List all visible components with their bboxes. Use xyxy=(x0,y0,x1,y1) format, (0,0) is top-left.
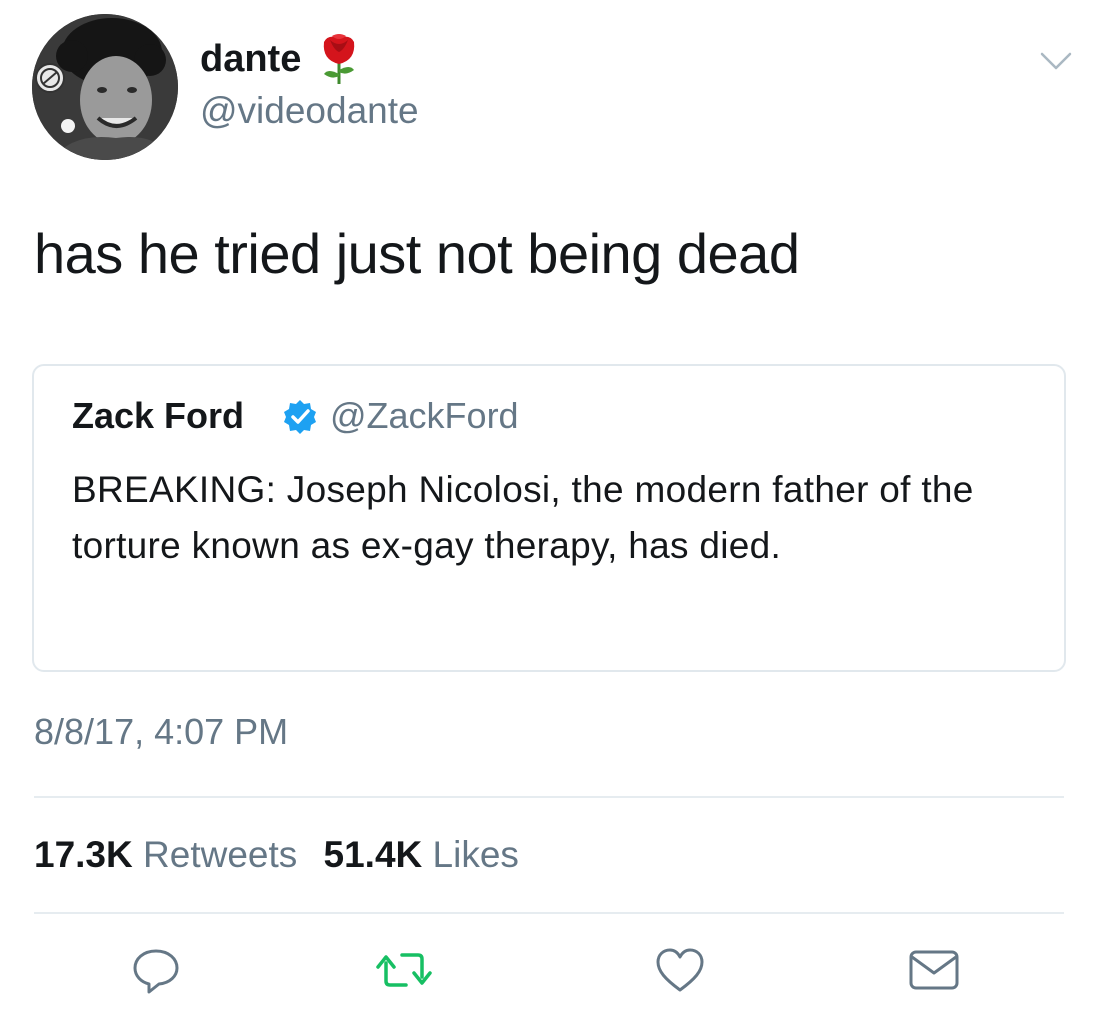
divider xyxy=(34,912,1064,914)
author-display-name[interactable]: dante xyxy=(200,36,301,82)
quoted-author-name: Zack Ford xyxy=(72,395,245,436)
reply-icon xyxy=(129,943,183,1002)
rose-icon xyxy=(316,30,362,86)
quoted-tweet-text: BREAKING: Joseph Nicolosi, the modern fa… xyxy=(72,469,974,566)
retweet-button[interactable] xyxy=(376,944,432,1000)
tweet-timestamp: 8/8/17, 4:07 PM xyxy=(34,711,289,752)
likes-label[interactable]: Likes xyxy=(433,834,519,875)
retweet-icon xyxy=(374,943,434,1002)
tweet-stats: 17.3K Retweets 51.4K Likes xyxy=(34,832,519,878)
author-handle[interactable]: @videodante xyxy=(200,88,419,134)
retweets-count[interactable]: 17.3K xyxy=(34,834,133,875)
likes-count[interactable]: 51.4K xyxy=(324,834,423,875)
direct-message-icon xyxy=(906,945,962,1000)
avatar[interactable] xyxy=(32,14,178,160)
tweet-text: has he tried just not being dead xyxy=(34,222,800,285)
chevron-down-icon[interactable] xyxy=(1036,48,1076,74)
quoted-tweet-card[interactable]: Zack Ford @ZackFord BREAKING: Joseph Nic… xyxy=(32,364,1066,672)
retweets-label[interactable]: Retweets xyxy=(143,834,297,875)
reply-button[interactable] xyxy=(128,944,184,1000)
divider xyxy=(34,796,1064,798)
direct-message-button[interactable] xyxy=(906,944,962,1000)
like-icon xyxy=(653,943,707,1002)
quoted-author-handle: @ZackFord xyxy=(330,395,519,436)
like-button[interactable] xyxy=(652,944,708,1000)
verified-badge-icon xyxy=(281,398,319,436)
